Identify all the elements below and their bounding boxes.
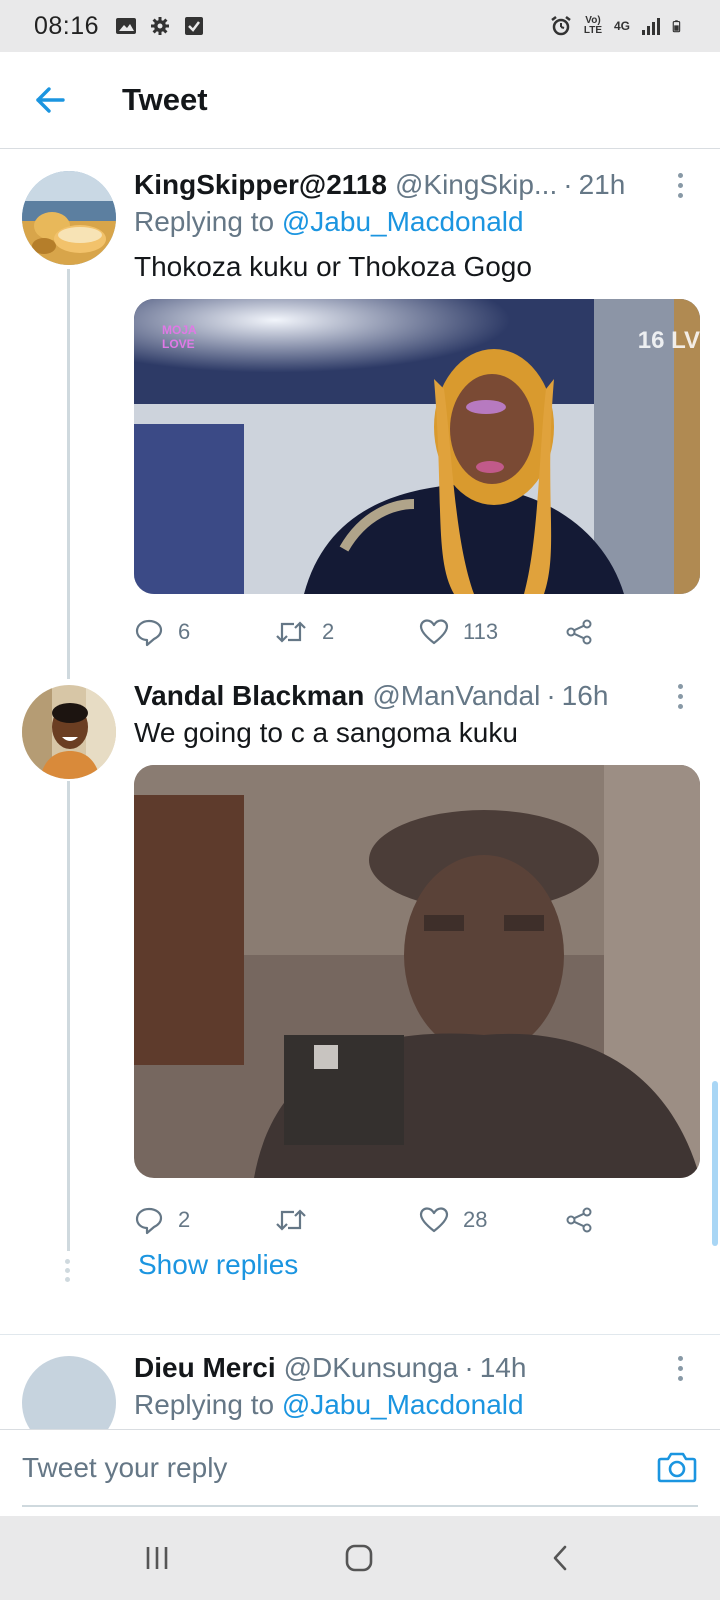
reply-input-underline xyxy=(22,1505,698,1507)
share-icon xyxy=(566,1207,592,1233)
home-button[interactable] xyxy=(339,1538,379,1578)
back-arrow-icon xyxy=(36,87,65,113)
share-icon xyxy=(566,619,592,645)
avatar[interactable] xyxy=(22,171,116,265)
tweet-timestamp: 16h xyxy=(561,680,609,711)
tweet-author-handle[interactable]: @DKunsunga xyxy=(284,1352,459,1384)
tweet-item[interactable]: Dieu Merci @DKunsunga · 14h Replying to … xyxy=(0,1335,720,1429)
avatar[interactable] xyxy=(22,685,116,779)
retweet-action[interactable]: 2 xyxy=(274,612,334,652)
replies-feed[interactable]: KingSkipper@2118 @KingSkip... · 21h Repl… xyxy=(0,149,720,1429)
like-action[interactable]: 113 xyxy=(419,612,498,652)
tweet-author-handle[interactable]: @KingSkip... xyxy=(395,169,557,201)
tweet-item[interactable]: Vandal Blackman @ManVandal · 16h We goin… xyxy=(0,669,720,1309)
tweet-dot-separator: · xyxy=(563,169,573,200)
camera-button[interactable] xyxy=(656,1446,698,1488)
tweet-author-name[interactable]: KingSkipper@2118 xyxy=(134,169,387,201)
system-back-button[interactable] xyxy=(541,1538,581,1578)
tweet-media-image[interactable] xyxy=(134,765,700,1178)
reply-icon xyxy=(135,1207,163,1235)
tweet-author-name[interactable]: Vandal Blackman xyxy=(134,680,364,712)
replying-to-line: Replying to @Jabu_Macdonald xyxy=(134,1389,524,1421)
status-bar: 08:16 Vo) LTE 4G xyxy=(0,0,720,52)
tweet-dot-separator: · xyxy=(464,1352,474,1383)
reply-icon xyxy=(135,619,163,647)
camera-icon xyxy=(657,1452,697,1483)
tweet-actions: 2 28 xyxy=(134,1200,604,1240)
status-notification-icons xyxy=(115,16,205,36)
status-system-icons: Vo) LTE 4G xyxy=(550,16,686,36)
reply-count: 2 xyxy=(178,1207,191,1232)
chevron-left-icon xyxy=(553,1545,567,1571)
back-button[interactable] xyxy=(30,80,70,120)
app-header: Tweet xyxy=(0,52,720,149)
pixelated-video-still-image xyxy=(134,765,700,1178)
retweet-icon xyxy=(276,1209,306,1231)
reply-composer xyxy=(0,1429,720,1516)
avatar-image xyxy=(22,171,116,265)
tweet-text: Thokoza kuku or Thokoza Gogo xyxy=(134,251,532,282)
replying-to-mention[interactable]: @Jabu_Macdonald xyxy=(282,1389,524,1420)
battery-icon xyxy=(672,20,681,33)
retweet-action[interactable] xyxy=(274,1200,322,1240)
tweet-timestamp: 21h xyxy=(578,169,626,200)
show-replies-link[interactable]: Show replies xyxy=(138,1249,298,1281)
scrollbar-thumb[interactable] xyxy=(712,1081,718,1246)
tweet-item[interactable]: KingSkipper@2118 @KingSkip... · 21h Repl… xyxy=(0,149,720,679)
tweet-header: KingSkipper@2118 @KingSkip... · 21h xyxy=(134,165,690,205)
like-action[interactable]: 28 xyxy=(419,1200,487,1240)
reply-count: 6 xyxy=(178,619,191,644)
thread-line xyxy=(67,269,70,679)
replying-to-prefix: Replying to xyxy=(134,206,282,237)
checkbox-icon xyxy=(185,17,204,35)
tv-show-still-image xyxy=(134,299,700,594)
tweet-reply-input[interactable] xyxy=(22,1446,632,1490)
reply-action[interactable]: 2 xyxy=(134,1200,190,1240)
thread-line xyxy=(67,781,70,1251)
reply-action[interactable]: 6 xyxy=(134,612,190,652)
avatar[interactable] xyxy=(22,1356,116,1429)
media-watermark-left: MOJA LOVE xyxy=(162,323,197,351)
tweet-author-handle[interactable]: @ManVandal xyxy=(372,680,540,712)
media-watermark-right: 16 LV xyxy=(637,327,700,354)
replying-to-line: Replying to @Jabu_Macdonald xyxy=(134,206,524,238)
alarm-icon xyxy=(551,16,571,36)
tweet-media-image[interactable]: MOJA LOVE 16 LV xyxy=(134,299,700,594)
tweet-text: We going to c a sangoma kuku xyxy=(134,717,518,748)
share-action[interactable] xyxy=(564,612,594,652)
replying-to-mention[interactable]: @Jabu_Macdonald xyxy=(282,206,524,237)
heart-icon xyxy=(419,619,449,645)
tweet-timestamp: 14h xyxy=(479,1352,527,1383)
recent-apps-button[interactable] xyxy=(137,1538,177,1578)
signal-strength-icon xyxy=(642,18,660,35)
like-count: 113 xyxy=(463,619,499,644)
more-options-button[interactable] xyxy=(670,172,690,198)
avatar-image xyxy=(22,685,116,779)
volte-indicator: Vo) LTE xyxy=(583,15,603,36)
system-navigation-bar xyxy=(0,1516,720,1600)
tweet-actions: 6 2 113 xyxy=(134,612,604,652)
status-time: 08:16 xyxy=(34,11,100,40)
thread-continuation-dots xyxy=(65,1259,71,1282)
settings-gear-icon xyxy=(151,17,170,35)
gallery-icon xyxy=(116,18,137,34)
retweet-count: 2 xyxy=(322,619,335,644)
more-options-button[interactable] xyxy=(670,683,690,709)
retweet-icon xyxy=(276,621,306,643)
replying-to-prefix: Replying to xyxy=(134,1389,282,1420)
network-type-indicator: 4G xyxy=(613,19,630,33)
page-title: Tweet xyxy=(122,82,208,117)
recent-apps-icon xyxy=(146,1547,168,1569)
tweet-author-name[interactable]: Dieu Merci xyxy=(134,1352,276,1384)
tweet-dot-separator: · xyxy=(546,680,556,711)
more-options-button[interactable] xyxy=(670,1355,690,1381)
share-action[interactable] xyxy=(564,1200,594,1240)
heart-icon xyxy=(419,1207,449,1233)
home-icon xyxy=(345,1544,373,1572)
like-count: 28 xyxy=(463,1207,488,1232)
tweet-header: Vandal Blackman @ManVandal · 16h xyxy=(134,676,690,716)
tweet-header: Dieu Merci @DKunsunga · 14h xyxy=(134,1348,690,1388)
